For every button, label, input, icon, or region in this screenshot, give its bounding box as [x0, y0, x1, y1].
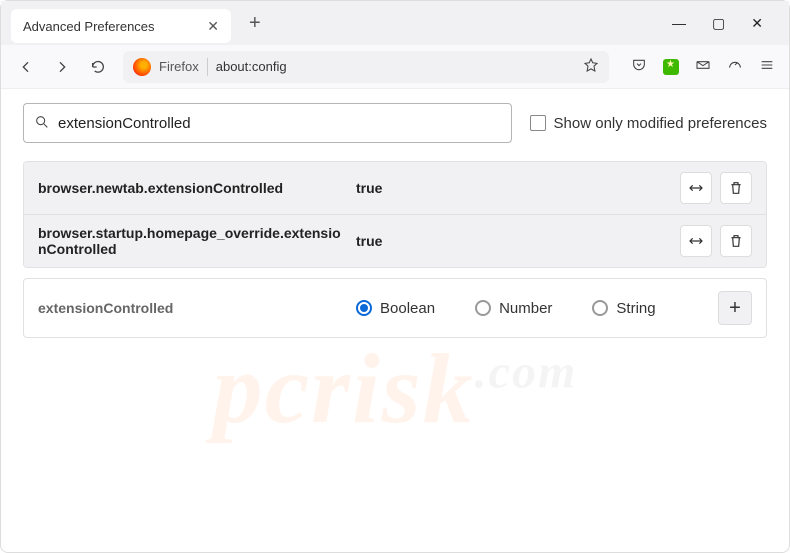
- hamburger-menu-icon[interactable]: [759, 57, 775, 76]
- show-modified-checkbox[interactable]: Show only modified preferences: [530, 115, 767, 132]
- reload-button[interactable]: [87, 59, 109, 75]
- checkbox-icon: [530, 115, 546, 131]
- mail-icon[interactable]: [695, 57, 711, 76]
- preference-row: browser.newtab.extensionControlled true: [24, 162, 766, 215]
- search-icon: [34, 114, 50, 133]
- window-minimize-button[interactable]: —: [668, 11, 690, 36]
- title-bar: Advanced Preferences ✕ + — ▢ ✕: [1, 1, 789, 45]
- delete-button[interactable]: [720, 225, 752, 257]
- navigation-toolbar: Firefox about:config: [1, 45, 789, 89]
- checkbox-label-text: Show only modified preferences: [554, 115, 767, 132]
- radio-label: Number: [499, 300, 552, 317]
- address-bar[interactable]: Firefox about:config: [123, 51, 609, 83]
- back-button[interactable]: [15, 59, 37, 75]
- preference-value: true: [356, 180, 672, 196]
- firefox-icon: [133, 58, 151, 76]
- address-url: about:config: [216, 59, 575, 74]
- radio-string[interactable]: String: [592, 300, 655, 317]
- preference-name: browser.startup.homepage_override.extens…: [38, 225, 348, 257]
- address-divider: [207, 58, 208, 76]
- add-preference-name: extensionControlled: [38, 300, 348, 316]
- window-close-button[interactable]: ✕: [747, 11, 767, 36]
- type-radio-group: Boolean Number String: [356, 300, 710, 317]
- pocket-icon[interactable]: [631, 57, 647, 76]
- dashboard-icon[interactable]: [727, 57, 743, 76]
- extension-icon[interactable]: [663, 59, 679, 75]
- radio-label: Boolean: [380, 300, 435, 317]
- search-input[interactable]: [58, 115, 501, 132]
- preferences-table: browser.newtab.extensionControlled true …: [23, 161, 767, 268]
- preference-name: browser.newtab.extensionControlled: [38, 180, 348, 196]
- delete-button[interactable]: [720, 172, 752, 204]
- address-label: Firefox: [159, 59, 199, 74]
- toggle-button[interactable]: [680, 172, 712, 204]
- bookmark-star-icon[interactable]: [583, 57, 599, 76]
- content-area: Show only modified preferences browser.n…: [1, 89, 789, 352]
- radio-boolean[interactable]: Boolean: [356, 300, 435, 317]
- new-tab-button[interactable]: +: [241, 8, 269, 39]
- add-button[interactable]: +: [718, 291, 752, 325]
- preference-row: browser.startup.homepage_override.extens…: [24, 215, 766, 267]
- forward-button[interactable]: [51, 59, 73, 75]
- browser-tab[interactable]: Advanced Preferences ✕: [11, 9, 231, 43]
- radio-icon: [356, 300, 372, 316]
- preference-search-box[interactable]: [23, 103, 512, 143]
- radio-label: String: [616, 300, 655, 317]
- window-maximize-button[interactable]: ▢: [708, 11, 729, 36]
- radio-icon: [475, 300, 491, 316]
- preference-value: true: [356, 233, 672, 249]
- tab-title: Advanced Preferences: [23, 19, 199, 34]
- radio-icon: [592, 300, 608, 316]
- radio-number[interactable]: Number: [475, 300, 552, 317]
- add-preference-row: extensionControlled Boolean Number Strin…: [23, 278, 767, 338]
- toggle-button[interactable]: [680, 225, 712, 257]
- close-tab-icon[interactable]: ✕: [207, 18, 219, 35]
